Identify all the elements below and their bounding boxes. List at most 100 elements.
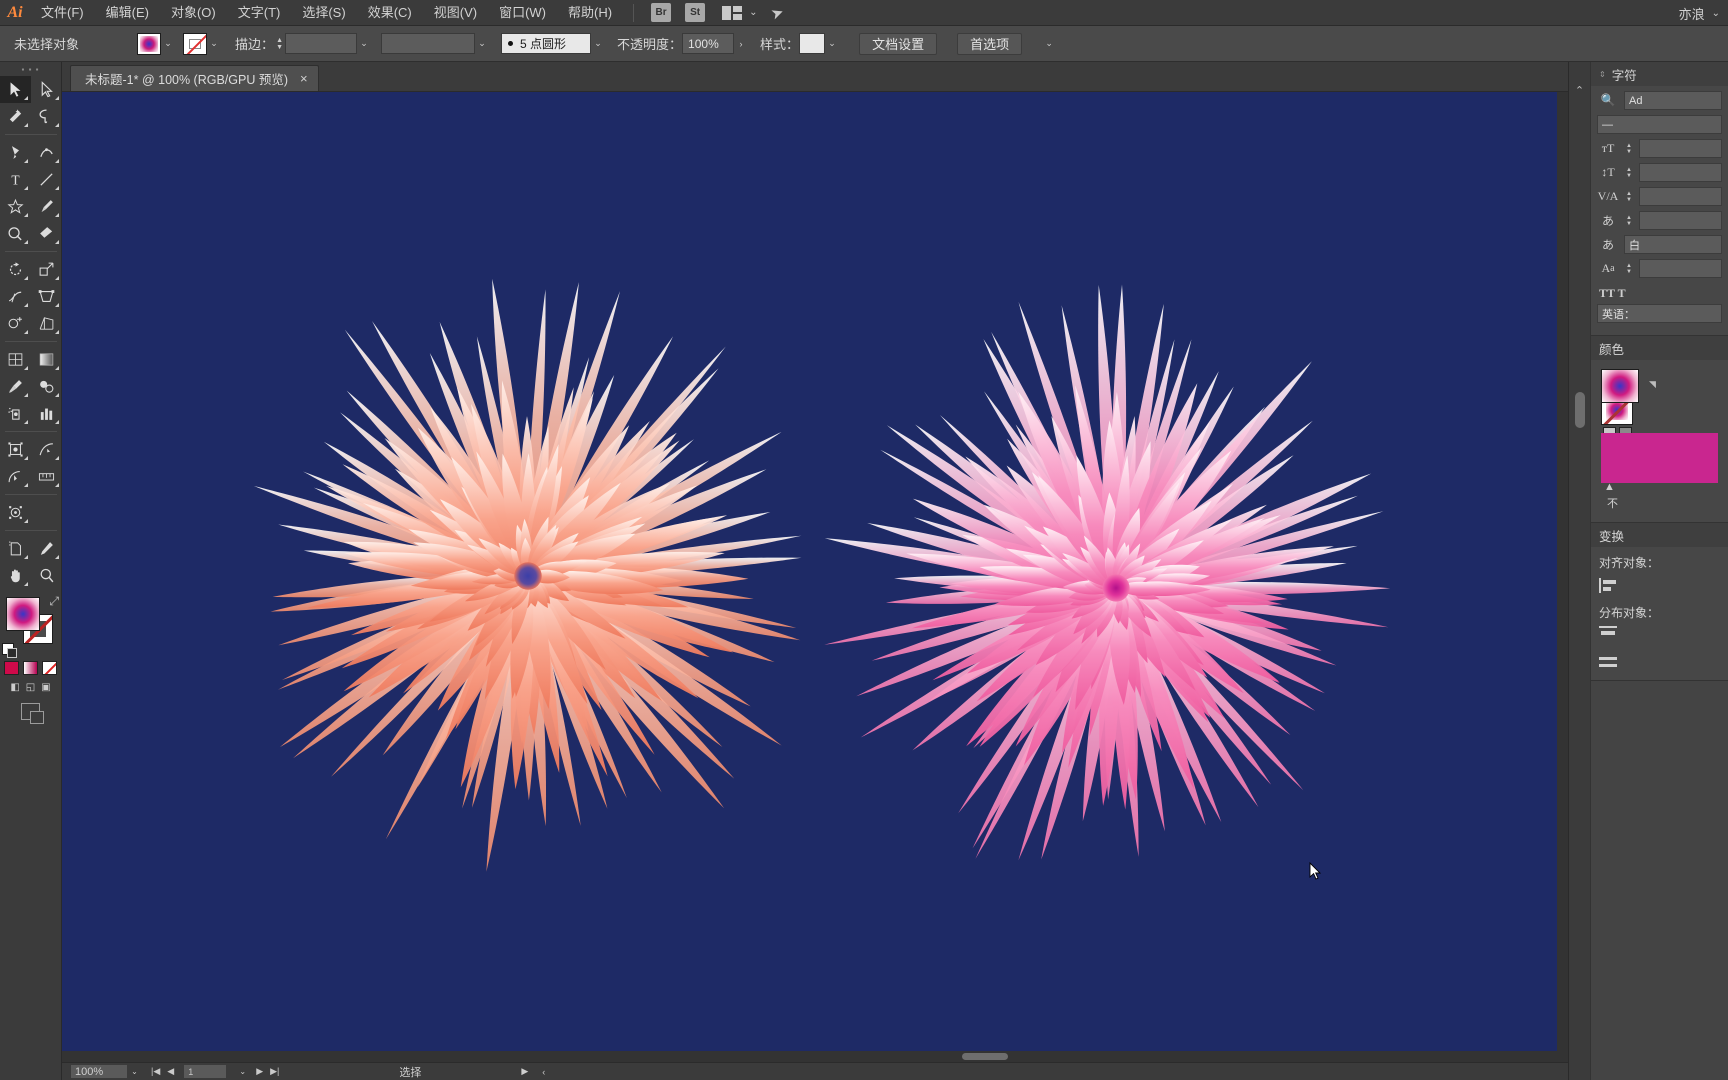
stroke-weight-chevron-down-icon[interactable]: ⌄ xyxy=(357,33,371,55)
zoom-level-input[interactable]: 100% xyxy=(70,1064,128,1079)
stroke-chevron-down-icon[interactable]: ⌄ xyxy=(207,33,221,55)
baseline-shift-stepper[interactable]: ▲ ▼ xyxy=(1624,263,1634,275)
document-setup-button[interactable]: 文档设置 xyxy=(859,32,938,55)
drawing-mode-icon[interactable]: ◧ xyxy=(10,682,19,693)
menu-select[interactable]: 选择(S) xyxy=(291,0,356,26)
artboard-number-input[interactable]: 1 xyxy=(183,1064,228,1079)
prev-artboard-icon[interactable]: ◀ xyxy=(167,1066,174,1077)
next-artboard-icon[interactable]: ▶ xyxy=(256,1066,263,1077)
brush-chevron-down-icon[interactable]: ⌄ xyxy=(591,33,605,55)
menu-object[interactable]: 对象(O) xyxy=(160,0,227,26)
kerning-stepper[interactable]: ▲ ▼ xyxy=(1624,191,1634,203)
change-screen-mode-icon[interactable]: ▣ xyxy=(41,682,50,693)
measure-tool[interactable] xyxy=(31,463,62,490)
kerning-input[interactable] xyxy=(1639,187,1722,206)
curvature-tool[interactable] xyxy=(31,139,62,166)
lasso-tool[interactable] xyxy=(31,103,62,130)
leading-stepper[interactable]: ▲ ▼ xyxy=(1624,167,1634,179)
arrange-chevron-down-icon[interactable]: ⌄ xyxy=(749,7,757,18)
column-graph-tool[interactable] xyxy=(31,400,62,427)
style-chevron-down-icon[interactable]: ⌄ xyxy=(825,33,839,55)
menu-edit[interactable]: 编辑(E) xyxy=(95,0,160,26)
color-spectrum-bar[interactable]: ▲ xyxy=(1601,433,1718,493)
artboard-tool[interactable] xyxy=(0,436,31,463)
pencil-tool[interactable] xyxy=(31,535,62,562)
first-artboard-icon[interactable]: |◀ xyxy=(151,1066,160,1077)
artboard[interactable] xyxy=(68,98,1562,1062)
controlbar-overflow-chevron-icon[interactable]: ⌄ xyxy=(1042,33,1056,55)
stroke-profile-select[interactable] xyxy=(381,33,476,54)
workspace-rocket-icon[interactable]: ➤ xyxy=(769,2,787,23)
color-panel-fill-swatch[interactable] xyxy=(1601,369,1639,403)
type-tool[interactable]: T xyxy=(0,166,31,193)
color-swatch-chevron-icon[interactable]: ◥ xyxy=(1649,379,1656,390)
stroke-swatch[interactable] xyxy=(183,32,208,55)
menu-view[interactable]: 视图(V) xyxy=(423,0,488,26)
symbol-sprayer-tool[interactable] xyxy=(0,400,31,427)
puppet-warp-tool[interactable] xyxy=(0,499,31,526)
vertical-scrollbar[interactable] xyxy=(1557,92,1568,1051)
color-button[interactable] xyxy=(4,661,19,675)
horizontal-scrollbar[interactable] xyxy=(62,1051,1568,1062)
play-icon[interactable]: ▶ xyxy=(521,1066,528,1077)
shape-builder-tool[interactable] xyxy=(0,310,31,337)
fill-stroke-indicator[interactable]: ⤢ xyxy=(0,593,62,658)
toolbar-fill-swatch[interactable] xyxy=(6,597,40,631)
collapse-panels-chevron-icon[interactable]: ⌃ xyxy=(1569,84,1590,97)
menu-window[interactable]: 窗口(W) xyxy=(488,0,557,26)
opacity-expand-icon[interactable]: › xyxy=(734,33,748,55)
width-tool[interactable] xyxy=(0,283,31,310)
arrange-documents-icon[interactable] xyxy=(722,5,743,20)
status-text[interactable]: 选择 xyxy=(399,1064,421,1080)
scale-tool[interactable] xyxy=(31,256,62,283)
draw-mode-button[interactable] xyxy=(0,703,61,724)
vertical-scale-input[interactable]: 白 xyxy=(1624,235,1722,254)
stroke-weight-stepper[interactable]: ▲ ▼ xyxy=(274,33,285,54)
font-size-input[interactable] xyxy=(1639,139,1722,158)
shape-tool[interactable] xyxy=(0,193,31,220)
fill-swatch[interactable] xyxy=(137,32,162,55)
document-tab[interactable]: 未标题-1* @ 100% (RGB/GPU 预览) × xyxy=(70,65,319,91)
none-button[interactable] xyxy=(42,661,57,675)
perspective-grid-tool[interactable] xyxy=(31,310,62,337)
close-icon[interactable]: × xyxy=(300,71,308,86)
page-tool[interactable] xyxy=(0,535,31,562)
color-panel-header[interactable]: 颜色 xyxy=(1591,336,1728,360)
eraser-tool[interactable] xyxy=(31,220,62,247)
leading-input[interactable] xyxy=(1639,163,1722,182)
free-transform-tool[interactable] xyxy=(31,283,62,310)
last-artboard-icon[interactable]: ▶| xyxy=(270,1066,279,1077)
paintbrush-tool[interactable] xyxy=(31,193,62,220)
gradient-button[interactable] xyxy=(23,661,38,675)
artboard-chevron-down-icon[interactable]: ⌄ xyxy=(236,1067,249,1076)
tracking-input[interactable] xyxy=(1639,211,1722,230)
blend-tool[interactable] xyxy=(31,373,62,400)
gradient-tool[interactable] xyxy=(31,346,62,373)
preferences-button[interactable]: 首选项 xyxy=(957,32,1023,55)
mesh-tool[interactable] xyxy=(0,346,31,373)
tools-panel-grip[interactable]: ▪ ▪ ▪ xyxy=(0,62,61,76)
distribute-top-icon[interactable] xyxy=(1599,626,1619,641)
normal-screen-mode-icon[interactable]: ◱ xyxy=(26,682,35,693)
eyedropper-tool[interactable] xyxy=(0,373,31,400)
opacity-input[interactable]: 100% xyxy=(682,33,735,54)
bridge-icon[interactable]: Br xyxy=(651,3,672,22)
graphic-style-swatch[interactable] xyxy=(799,33,826,54)
magic-wand-tool[interactable] xyxy=(0,103,31,130)
language-select[interactable]: 英语： xyxy=(1597,304,1722,323)
menu-type[interactable]: 文字(T) xyxy=(227,0,292,26)
brush-definition-select[interactable]: 5 点圆形 xyxy=(501,33,592,54)
hand-tool[interactable] xyxy=(0,562,31,589)
back-icon[interactable]: ‹ xyxy=(542,1067,545,1077)
all-caps-button[interactable]: TT T xyxy=(1599,286,1626,301)
user-account[interactable]: 亦浪 ⌄ xyxy=(1679,0,1720,26)
font-size-stepper[interactable]: ▲ ▼ xyxy=(1624,143,1634,155)
stock-icon[interactable]: St xyxy=(685,3,706,22)
zoom-tool[interactable] xyxy=(31,562,62,589)
slice-tool[interactable] xyxy=(31,436,62,463)
font-search-input[interactable]: Ad xyxy=(1624,91,1722,110)
selection-tool[interactable] xyxy=(0,76,31,103)
canvas-area[interactable] xyxy=(62,92,1568,1062)
character-panel-header[interactable]: ⇕ 字符 xyxy=(1591,62,1728,86)
default-fill-stroke-icon[interactable] xyxy=(2,643,17,658)
